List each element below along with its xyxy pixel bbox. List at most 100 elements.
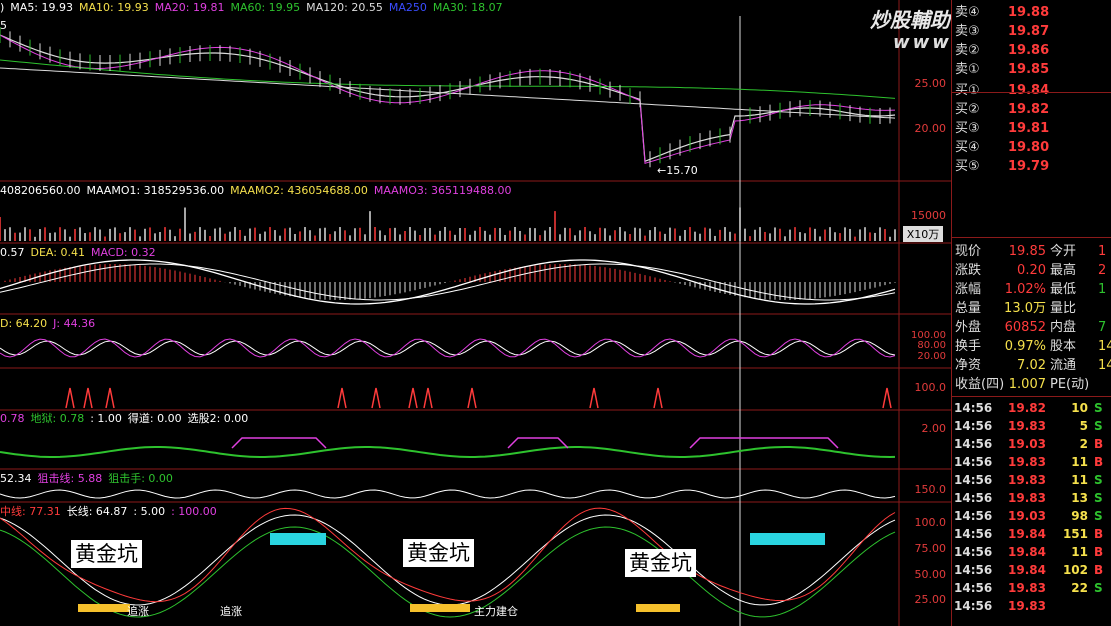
level-label: 买④	[955, 140, 980, 155]
level-price: 19.81	[1008, 121, 1050, 136]
ind3-top-block	[750, 533, 825, 545]
kdj-d-label: D: 64.20	[0, 317, 48, 330]
tick-time: 14:56	[954, 419, 993, 433]
buy-level-row: 买⑤ 19.79	[952, 157, 1111, 176]
ind1-e: 选股2: 0.00	[187, 412, 249, 425]
stat-label-2: 股本	[1050, 339, 1077, 354]
ma-header: ) MA5: 19.93 MA10: 19.93 MA20: 19.81 MA60: 1…	[0, 0, 509, 16]
tick-side: B	[1094, 563, 1104, 577]
signal-spike	[65, 387, 75, 409]
tick-row: 14:56 19.83 11 B	[952, 453, 1111, 471]
tick-side: B	[1094, 437, 1104, 451]
buy-level-row: 买① 19.84	[952, 81, 1111, 100]
sidebar-divider	[952, 237, 1111, 238]
stat-label: 现价	[955, 244, 982, 259]
signal-spike	[105, 387, 115, 409]
ind1-line	[0, 446, 896, 459]
quote-sidebar: 卖⑤19.89卖④19.88卖③19.87卖②19.86卖①19.85买①19.…	[951, 0, 1111, 626]
tick-time: 14:56	[954, 473, 993, 487]
tick-price: 19.84	[1008, 545, 1046, 559]
macd-label: MACD: 0.32	[90, 246, 156, 259]
stat-value: 60852	[1004, 320, 1046, 335]
stat-row: 换手 0.97% 股本 14	[952, 337, 1111, 356]
vol-axis-15000: 15000	[911, 209, 946, 222]
tick-row: 14:56 19.83 13 S	[952, 489, 1111, 507]
tick-volume: 2	[1079, 437, 1088, 451]
tick-price: 19.83	[1008, 491, 1046, 505]
price-axis-25: 25.00	[914, 77, 947, 90]
level-label: 卖①	[955, 62, 980, 77]
ind2-axis-150: 150.0	[914, 483, 947, 496]
stock-chart-window: ) MA5: 19.93 MA10: 19.93 MA20: 19.81 MA60: 1…	[0, 0, 1111, 626]
stat-value: 19.85	[1008, 244, 1046, 259]
dif-line	[0, 259, 896, 305]
kdj-axis-20: 20.00	[917, 351, 946, 362]
tick-row: 14:56 19.84 102 B	[952, 561, 1111, 579]
tick-volume: 102	[1062, 563, 1088, 577]
stat-value: 7.02	[1017, 358, 1046, 373]
tick-time: 14:56	[954, 437, 993, 451]
tick-row: 14:56 19.03 98 S	[952, 507, 1111, 525]
ind3-top-block	[270, 533, 326, 545]
stat-value-2: 7	[1098, 320, 1107, 335]
kdj-axis-80: 80.00	[917, 340, 946, 351]
ma30-label: MA30: 18.07	[432, 1, 503, 14]
tick-price: 19.84	[1008, 527, 1046, 541]
stat-value: 13.0万	[1004, 301, 1046, 316]
tick-volume: 11	[1071, 455, 1088, 469]
buy-level-row: 买③ 19.81	[952, 119, 1111, 138]
stat-row: 现价 19.85 今开 1	[952, 242, 1111, 261]
stat-label-2: 最高	[1050, 263, 1077, 278]
signal-spike	[337, 387, 347, 409]
stat-value-2: 1	[1098, 282, 1107, 297]
level-price: 19.84	[1008, 83, 1050, 98]
signal-spike	[423, 387, 433, 409]
signal-spike	[371, 387, 381, 409]
stat-label-2: 最低	[1050, 282, 1077, 297]
tick-volume: 11	[1071, 473, 1088, 487]
tick-row: 14:56 19.83 11 S	[952, 471, 1111, 489]
tick-side: S	[1094, 473, 1103, 487]
ma20-label: MA20: 19.81	[154, 1, 225, 14]
sell-level-row: 卖④ 19.88	[952, 3, 1111, 22]
stat-value-2: 14	[1098, 339, 1111, 354]
ind1-band	[689, 437, 839, 449]
buy-level-row: 买④ 19.80	[952, 138, 1111, 157]
ind2-a: 52.34	[0, 472, 32, 485]
stat-value: 0.97%	[1004, 339, 1046, 354]
stat-label: 涨幅	[955, 282, 982, 297]
ind3-a: 中线: 77.31	[0, 505, 61, 518]
maamo2-label: MAAMO2: 436054688.00	[230, 184, 368, 197]
tick-time: 14:56	[954, 563, 993, 577]
ind1-c: : 1.00	[90, 412, 122, 425]
level-label: 卖②	[955, 43, 980, 58]
signal-spike	[408, 387, 418, 409]
stat-label-2: 今开	[1050, 244, 1077, 259]
tick-volume: 22	[1071, 581, 1088, 595]
stat-label-2: 流通	[1050, 358, 1077, 373]
level-price: 19.86	[1008, 43, 1050, 58]
build-position-label: 主力建仓	[474, 605, 518, 618]
ind3-axis-75: 75.00	[914, 542, 947, 555]
ind3-axis-100: 100.0	[914, 516, 947, 529]
top-left-tick: 5	[0, 19, 7, 32]
level-price: 19.87	[1008, 24, 1050, 39]
level-label: 买⑤	[955, 159, 980, 174]
tick-volume: 98	[1071, 509, 1088, 523]
sidebar-divider	[952, 396, 1111, 397]
stat-value: 1.007	[1008, 377, 1046, 392]
gold-pit-label-3: 黄金坑	[625, 549, 696, 577]
stat-label: 总量	[955, 301, 982, 316]
tick-time: 14:56	[954, 401, 993, 415]
tick-row: 14:56 19.03 2 B	[952, 435, 1111, 453]
ind1-band	[507, 437, 569, 449]
ma10-label: MA10: 19.93	[79, 1, 149, 14]
sell-level-row: 卖③ 19.87	[952, 22, 1111, 41]
stat-label: 换手	[955, 339, 982, 354]
chart-canvas[interactable]	[0, 0, 951, 626]
signal-spike	[882, 387, 892, 409]
tick-price: 19.82	[1008, 401, 1046, 415]
stat-value: 0.20	[1017, 263, 1046, 278]
tick-volume: 13	[1071, 491, 1088, 505]
indicator2-header: 52.34 狙击线: 5.88 狙击手: 0.00	[0, 471, 179, 487]
